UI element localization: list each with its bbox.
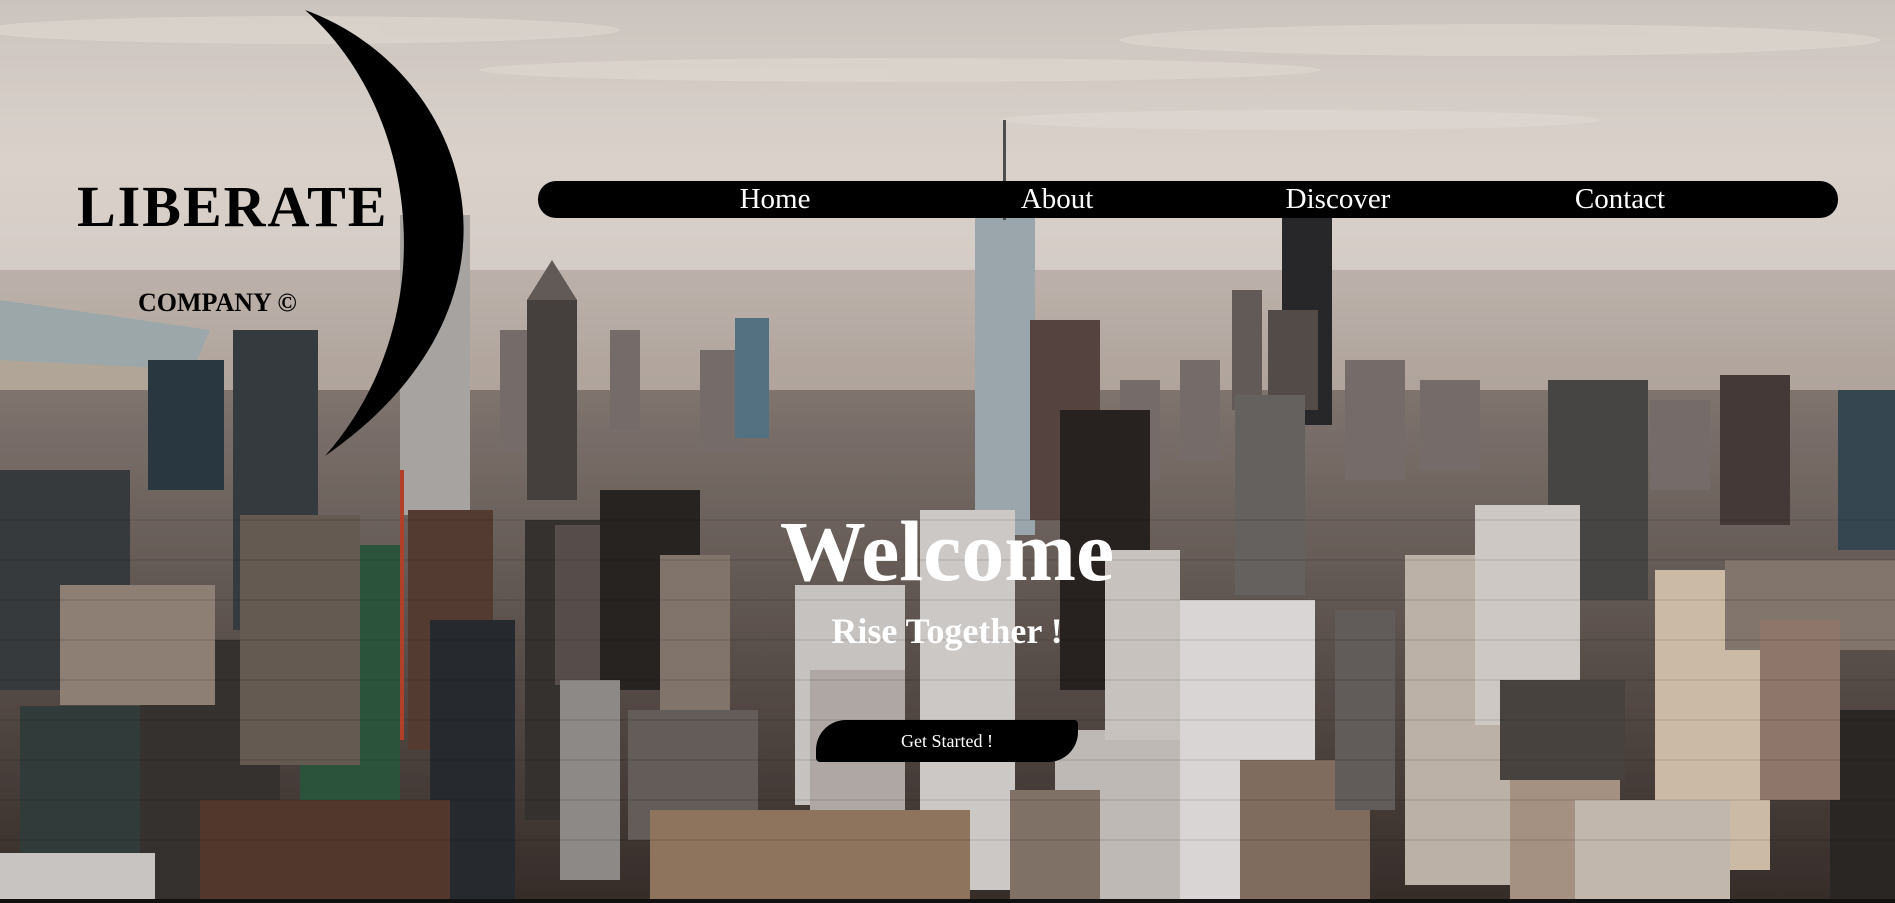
nav-item-home[interactable]: Home [740,181,811,218]
brand-name: LIBERATE [77,174,389,239]
crescent-moon-icon [305,10,464,456]
nav-item-discover[interactable]: Discover [1286,181,1391,218]
nav-item-contact[interactable]: Contact [1575,181,1665,218]
main-nav: Home About Discover Contact [538,181,1838,218]
brand-subtitle: COMPANY © [138,288,297,317]
hero-subtitle: Rise Together ! [831,611,1063,651]
hero-title: Welcome [779,503,1115,599]
nav-item-about[interactable]: About [1021,181,1094,218]
bottom-divider [0,899,1895,903]
get-started-button[interactable]: Get Started ! [816,720,1078,762]
